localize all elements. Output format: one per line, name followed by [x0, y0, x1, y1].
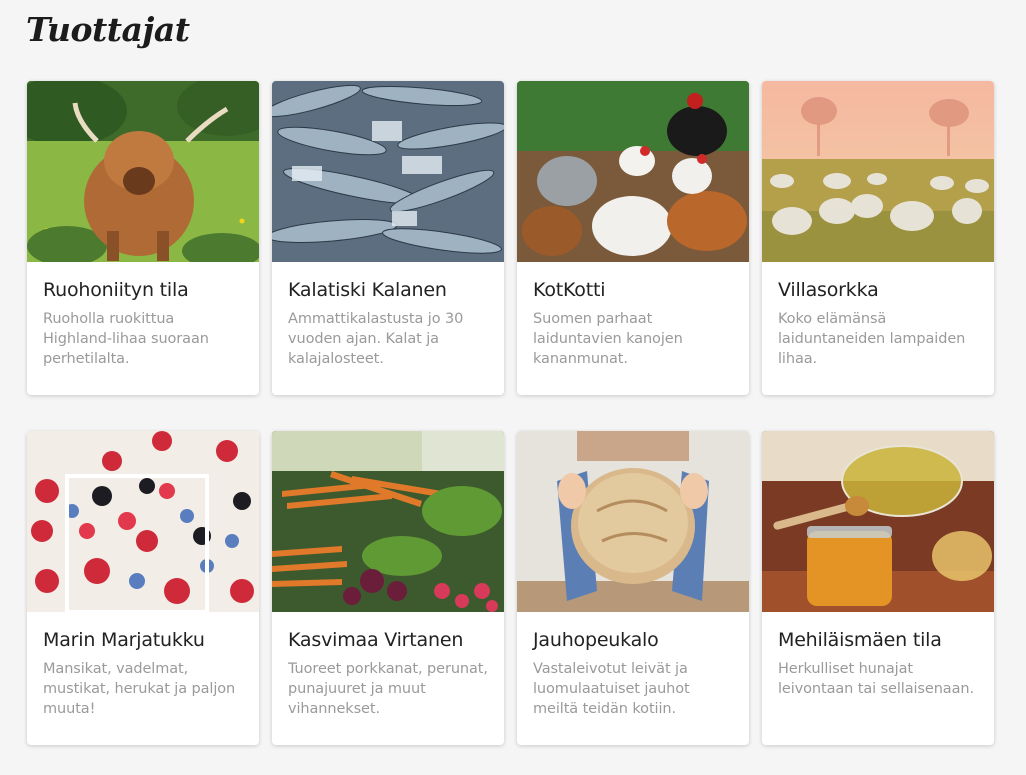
producer-image-sheep	[762, 81, 994, 262]
producer-name: Mehiläismäen tila	[778, 629, 942, 651]
producer-name: Marin Marjatukku	[43, 629, 205, 651]
producer-name: Kasvimaa Virtanen	[288, 629, 464, 651]
producer-description: Mansikat, vadelmat, mustikat, herukat ja…	[43, 661, 236, 717]
producer-description: Vastaleivotut leivät ja luomulaatuiset j…	[533, 661, 690, 717]
producer-card-marin-marjatukku[interactable]: Marin Marjatukku Mansikat, vadelmat, mus…	[27, 431, 259, 745]
producer-card-kotkotti[interactable]: KotKotti Suomen parhaat laiduntavien kan…	[517, 81, 749, 395]
producer-card-mehilaismaen-tila[interactable]: Mehiläismäen tila Herkulliset hunajat le…	[762, 431, 994, 745]
producer-card-kalatiski-kalanen[interactable]: Kalatiski Kalanen Ammattikalastusta jo 3…	[272, 81, 504, 395]
producer-image-bread	[517, 431, 749, 612]
producer-card-jauhopeukalo[interactable]: Jauhopeukalo Vastaleivotut leivät ja luo…	[517, 431, 749, 745]
page-title: Tuottajat	[26, 10, 190, 49]
producer-description: Suomen parhaat laiduntavien kanojen kana…	[533, 311, 683, 367]
producer-description: Ruoholla ruokittua Highland-lihaa suoraa…	[43, 311, 209, 367]
producer-grid: Ruohoniityn tila Ruoholla ruokittua High…	[27, 81, 994, 745]
producer-name: Villasorkka	[778, 279, 879, 301]
producer-description: Ammattikalastusta jo 30 vuoden ajan. Kal…	[288, 311, 464, 367]
producer-image-fish	[272, 81, 504, 262]
producer-description: Koko elämänsä laiduntaneiden lampaiden l…	[778, 311, 966, 367]
producer-name: Kalatiski Kalanen	[288, 279, 447, 301]
producer-description: Herkulliset hunajat leivontaan tai sella…	[778, 661, 974, 697]
producer-image-berries	[27, 431, 259, 612]
producer-name: Jauhopeukalo	[533, 629, 659, 651]
producer-image-highland-cow	[27, 81, 259, 262]
producer-card-villasorkka[interactable]: Villasorkka Koko elämänsä laiduntaneiden…	[762, 81, 994, 395]
producer-image-honey	[762, 431, 994, 612]
producer-name: Ruohoniityn tila	[43, 279, 189, 301]
producer-image-vegetables	[272, 431, 504, 612]
producer-card-ruohoniityn-tila[interactable]: Ruohoniityn tila Ruoholla ruokittua High…	[27, 81, 259, 395]
producer-name: KotKotti	[533, 279, 606, 301]
producer-card-kasvimaa-virtanen[interactable]: Kasvimaa Virtanen Tuoreet porkkanat, per…	[272, 431, 504, 745]
producer-image-chickens	[517, 81, 749, 262]
producer-description: Tuoreet porkkanat, perunat, punajuuret j…	[288, 661, 488, 717]
